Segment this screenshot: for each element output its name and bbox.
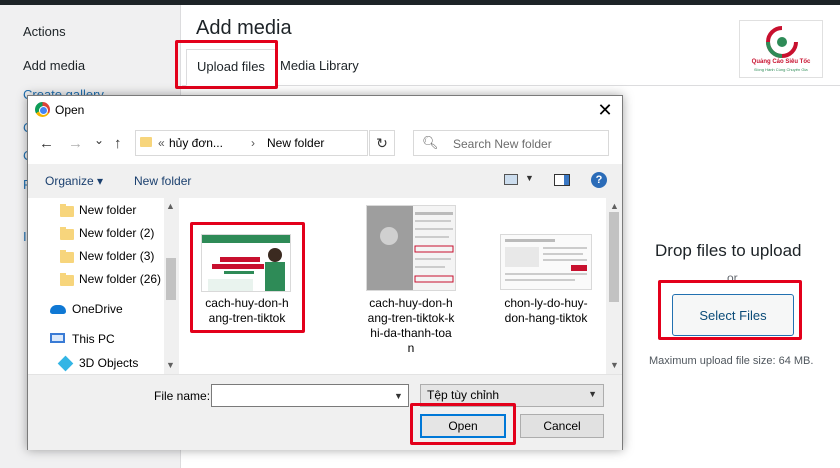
navigation-bar: ← → ⌄ ↑ « hủy đơn... › New folder ⌄ ↻ 🔍︎… [28,124,622,164]
close-icon[interactable]: ✕ [588,98,622,122]
file-type-select[interactable]: Tệp tùy chỉnh ▼ [420,384,604,407]
back-arrow-icon[interactable]: ← [39,135,54,152]
scroll-down-icon[interactable]: ▼ [166,360,175,370]
folder-icon [60,204,74,217]
forward-arrow-icon[interactable]: → [68,135,83,152]
tab-upload-files[interactable]: Upload files [186,49,276,86]
chrome-icon [35,102,50,117]
file-name-input[interactable] [211,384,409,407]
folder-icon [60,250,74,263]
file-thumbnail[interactable] [366,205,456,291]
dialog-title: Open [55,103,85,117]
preview-pane-icon[interactable] [554,174,570,186]
folder-icon [60,227,74,240]
scroll-thumb[interactable] [609,212,619,302]
file-name-label: File name: [154,389,211,403]
thumbnail-screenshot-icon [367,206,455,290]
3d-objects-icon [57,355,74,372]
breadcrumb-item-parent[interactable]: hủy đơn... [169,136,223,150]
nav-item-new-folder-26[interactable]: New folder (26) [79,272,161,286]
search-icon: 🔍︎ [422,135,439,150]
scroll-down-icon[interactable]: ▼ [610,360,619,370]
view-options-chevron-icon[interactable]: ▼ [525,173,534,183]
navigation-pane: New folder New folder (2) New folder (3)… [28,198,178,374]
file-name-label[interactable]: chon-ly-do-huy- don-hang-tiktok [490,296,602,326]
open-button[interactable]: Open [420,414,506,438]
nav-pane-scrollbar[interactable]: ▲ ▼ [164,198,178,374]
nav-item-new-folder-2[interactable]: New folder (2) [79,226,154,240]
file-thumbnail[interactable] [500,234,592,290]
breadcrumb-item-current[interactable]: New folder [267,136,324,150]
open-file-dialog: Open ✕ ← → ⌄ ↑ « hủy đơn... › New folder… [27,95,623,450]
onedrive-cloud-icon [50,305,66,314]
this-pc-monitor-icon [50,333,65,343]
file-thumbnail[interactable] [201,234,291,292]
chevron-down-icon: ▼ [588,389,597,399]
dialog-toolbar: Organize ▾ New folder ▼ ? [28,164,622,198]
nav-item-new-folder-3[interactable]: New folder (3) [79,249,154,263]
select-files-button[interactable]: Select Files [672,294,794,336]
up-arrow-icon[interactable]: ↑ [114,135,122,152]
nav-item-new-folder[interactable]: New folder [79,203,136,217]
sidebar-item-add-media[interactable]: Add media [23,58,85,73]
drop-or-text: or [727,271,738,285]
logo-tagline: Đồng Hành Cùng Chuyên Gia [754,67,808,72]
sidebar-actions-heading: Actions [23,24,66,39]
brand-logo: Quảng Cáo Siêu Tốc Đồng Hành Cùng Chuyên… [739,20,823,78]
breadcrumb-separator-icon: › [251,136,255,150]
cancel-button[interactable]: Cancel [520,414,604,438]
tab-media-library[interactable]: Media Library [278,49,361,85]
page-title: Add media [196,17,292,39]
nav-item-onedrive[interactable]: OneDrive [72,302,123,316]
scroll-up-icon[interactable]: ▲ [610,201,619,211]
dialog-footer: File name: ▼ Tệp tùy chỉnh ▼ Open Cancel [28,374,622,450]
thumbnail-screenshot-icon [501,235,591,289]
search-input[interactable]: 🔍︎ Search New folder [413,130,609,156]
address-bar[interactable]: « hủy đơn... › New folder ⌄ [135,130,466,156]
file-name-label[interactable]: cach-huy-don-h ang-tren-tiktok-k hi-da-t… [355,296,467,356]
file-name-chevron-icon[interactable]: ▼ [394,391,403,401]
nav-item-3d-objects[interactable]: 3D Objects [79,356,138,370]
organize-button[interactable]: Organize ▾ [45,174,103,188]
scroll-up-icon[interactable]: ▲ [166,201,175,211]
logo-swirl-icon [766,26,798,58]
file-type-value: Tệp tùy chỉnh [427,388,500,402]
max-upload-size: Maximum upload file size: 64 MB. [649,355,814,367]
refresh-icon[interactable]: ↻ [369,130,395,156]
logo-name: Quảng Cáo Siêu Tốc [751,59,811,65]
drop-files-title: Drop files to upload [655,241,802,260]
file-name-label[interactable]: cach-huy-don-h ang-tren-tiktok [191,296,303,326]
search-placeholder: Search New folder [453,137,552,151]
scroll-thumb[interactable] [166,258,176,300]
nav-item-this-pc[interactable]: This PC [72,332,115,346]
folder-icon [140,137,152,147]
change-view-icon[interactable] [504,174,518,185]
folder-icon [60,273,74,286]
new-folder-button[interactable]: New folder [134,174,191,188]
breadcrumb-overflow[interactable]: « [158,136,165,150]
dialog-titlebar: Open ✕ [28,96,622,124]
tabs-divider [182,85,840,86]
help-icon[interactable]: ? [591,172,607,188]
file-list: cach-huy-don-h ang-tren-tiktok cach-huy-… [179,198,622,374]
thumbnail-video-cover-icon [202,235,290,291]
file-list-scrollbar[interactable]: ▲ ▼ [606,198,622,374]
recent-locations-chevron-icon[interactable]: ⌄ [94,133,104,147]
